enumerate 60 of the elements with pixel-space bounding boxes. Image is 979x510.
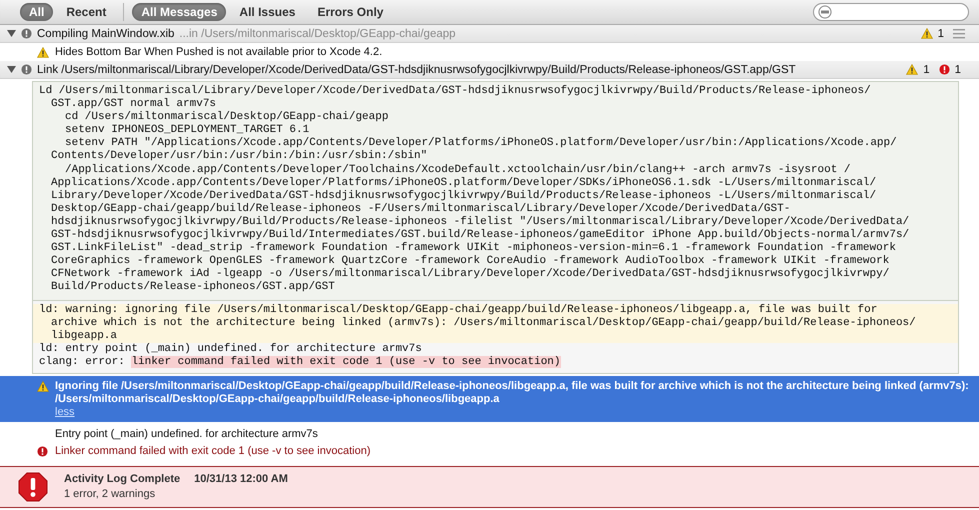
log-line: hdsdjiknusrwsofygocjlkivrwpy/Build/Products/Release-iphoneos -filelist "/Users/miltonmariscal/Library/Developer/Xcode/DerivedData/ [51, 216, 910, 228]
log-line: setenv IPHONEOS_DEPLOYMENT_TARGET 6.1 [65, 124, 310, 136]
build-step-header[interactable]: Compiling MainWindow.xib ...in /Users/miltonmariscal/Desktop/GEapp-chai/geapp 1 [0, 25, 979, 43]
error-icon [938, 64, 950, 75]
log-line: Build/Products/Release-iphoneos/GST.app/GST [51, 281, 335, 294]
search-field[interactable] [813, 3, 969, 21]
error-icon [18, 472, 48, 502]
log-line: GST.app/GST normal armv7s [51, 98, 216, 110]
error-message: linker command failed with exit code 1 (use -v to see invocation) [131, 356, 561, 368]
warning-icon [37, 46, 49, 58]
issue-row[interactable]: Entry point (_main) undefined. for architecture armv7s [0, 422, 979, 443]
log-line: GST.LinkFileList" -dead_strip -framework Foundation -framework UIKit -miphoneos-version-min=6.1 -framework Foundation -framework [51, 242, 896, 254]
log-line: Contents/Developer/usr/bin:/usr/bin:/bin:/usr/sbin:/sbin" [51, 150, 428, 162]
error-prefix: clang: error: [39, 356, 125, 368]
log-line: GST-hdsdjiknusrwsofygocjlkivrwpy/Build/Intermediates/GST.build/Release-iphoneos/gameEditor iPhone App.build/Objects-normal/armv7s/ [51, 229, 910, 242]
step-title: Link /Users/miltonmariscal/Library/Developer/Xcode/DerivedData/GST-hdsdjiknusrwsofygocjlkivrwpy/Build/Products/Release-iphoneos/GST.app/GST [37, 64, 796, 76]
log-line: ld: warning: ignoring file /Users/miltonmariscal/Desktop/GEapp-chai/geapp/build/Release-iphoneos/libgeapp.a, file was built for [39, 304, 878, 316]
log-line: Desktop/GEapp-chai/geapp/build/Release-iphoneos -F/Users/miltonmariscal/Library/Developer/Xcode/DerivedData/GST- [51, 202, 790, 215]
error-count: 1 [954, 64, 961, 76]
log-line: /Applications/Xcode.app/Contents/Developer/Toolchains/XcodeDefault.xctoolchain/usr/bin/clang++ -arch armv7s -isysroot / [65, 164, 851, 176]
issue-text: Entry point (_main) undefined. for architecture armv7s [55, 428, 318, 441]
error-icon [37, 446, 48, 457]
issue-row[interactable]: Linker command failed with exit code 1 (use -v to see invocation) [0, 442, 979, 463]
warning-icon [906, 64, 918, 75]
filter-tab[interactable]: All Messages [132, 3, 226, 21]
info-icon [21, 64, 32, 75]
issue-row[interactable]: Hides Bottom Bar When Pushed is not available prior to Xcode 4.2. [0, 43, 979, 61]
warning-icon [920, 28, 933, 39]
summary-detail: 1 error, 2 warnings [64, 488, 156, 500]
log-line: Ld /Users/miltonmariscal/Library/Developer/Xcode/DerivedData/GST-hdsdjiknusrwsofygocjlkivrwpy/Build/Products/Release-iphoneos/ [39, 85, 871, 97]
warning-count: 1 [938, 28, 944, 40]
disclosure-triangle-icon[interactable] [7, 65, 16, 74]
summary-title: Activity Log Complete [64, 473, 180, 486]
filter-tab[interactable]: All Issues [230, 3, 304, 21]
issue-row[interactable] [0, 376, 979, 422]
log-line: archive which is not the architecture being linked (armv7s): /Users/miltonmariscal/Desktop/GEapp-chai/geapp/build/Release-iphoneos/ [51, 316, 916, 329]
summary-time: 10/31/13 12:00 AM [194, 473, 288, 486]
filter-tab[interactable]: Errors Only [308, 3, 392, 21]
log-line: libgeapp.a [51, 330, 118, 342]
step-title: Compiling MainWindow.xib [37, 28, 174, 40]
step-location: ...in /Users/miltonmariscal/Desktop/GEapp-chai/geapp [179, 28, 456, 40]
filter-icon [818, 5, 832, 19]
scope-tab[interactable]: All [20, 3, 54, 21]
issue-text: Linker command failed with exit code 1 (use -v to see invocation) [55, 444, 370, 458]
disclosure-triangle-icon[interactable] [7, 29, 16, 38]
warning-icon [37, 380, 49, 392]
issue-text: Ignoring file /Users/miltonmariscal/Desktop/GEapp-chai/geapp/build/Release-iphoneos/libgeapp.a, file was built for archive which is not the architecture being linked (armv7s): /Users/miltonmariscal/Desktop/GEapp-chai/geapp/build/Release-iphoneos/libgeapp.a [55, 380, 970, 406]
issue-text: Hides Bottom Bar When Pushed is not available prior to Xcode 4.2. [55, 46, 382, 58]
log-line: ld: entry point (_main) undefined. for architecture armv7s [39, 342, 422, 355]
log-line: cd /Users/miltonmariscal/Desktop/GEapp-chai/geapp [65, 111, 388, 124]
info-icon [21, 28, 32, 39]
log-line: Applications/Xcode.app/Contents/Developer/Platforms/iPhoneOS.platform/Developer/SDKs/iPhoneOS6.1.sdk -L/Users/miltonmariscal/ [51, 176, 876, 189]
log-line: CoreGraphics -framework OpenGLES -framework QuartzCore -framework CoreAudio -framework AudioToolbox -framework UIKit -framework [51, 255, 890, 268]
log-line: setenv PATH "/Applications/Xcode.app/Contents/Developer/Platforms/iPhoneOS.platform/Developer/usr/bin:/Applications/Xcode.app/ [65, 137, 897, 150]
warning-count: 1 [923, 64, 930, 76]
log-line: CFNetwork -framework iAd -lgeapp -o /Users/miltonmariscal/Library/Developer/Xcode/DerivedData/GST-hdsdjiknusrwsofygocjlkivrwpy/ [51, 268, 890, 280]
log-line: Library/Developer/Xcode/DerivedData/GST-hdsdjiknusrwsofygocjlkivrwpy/Build/Products/Release-iphoneos -L/Users/miltonmariscal/ [51, 190, 876, 202]
build-step-header[interactable]: Link /Users/miltonmariscal/Library/Developer/Xcode/DerivedData/GST-hdsdjiknusrwsofygocjlkivrwpy/Build/Products/Release-iphoneos/GST.app/GST 1 1 [0, 61, 979, 79]
scope-tab[interactable]: Recent [57, 3, 116, 21]
list-icon[interactable] [953, 28, 965, 38]
